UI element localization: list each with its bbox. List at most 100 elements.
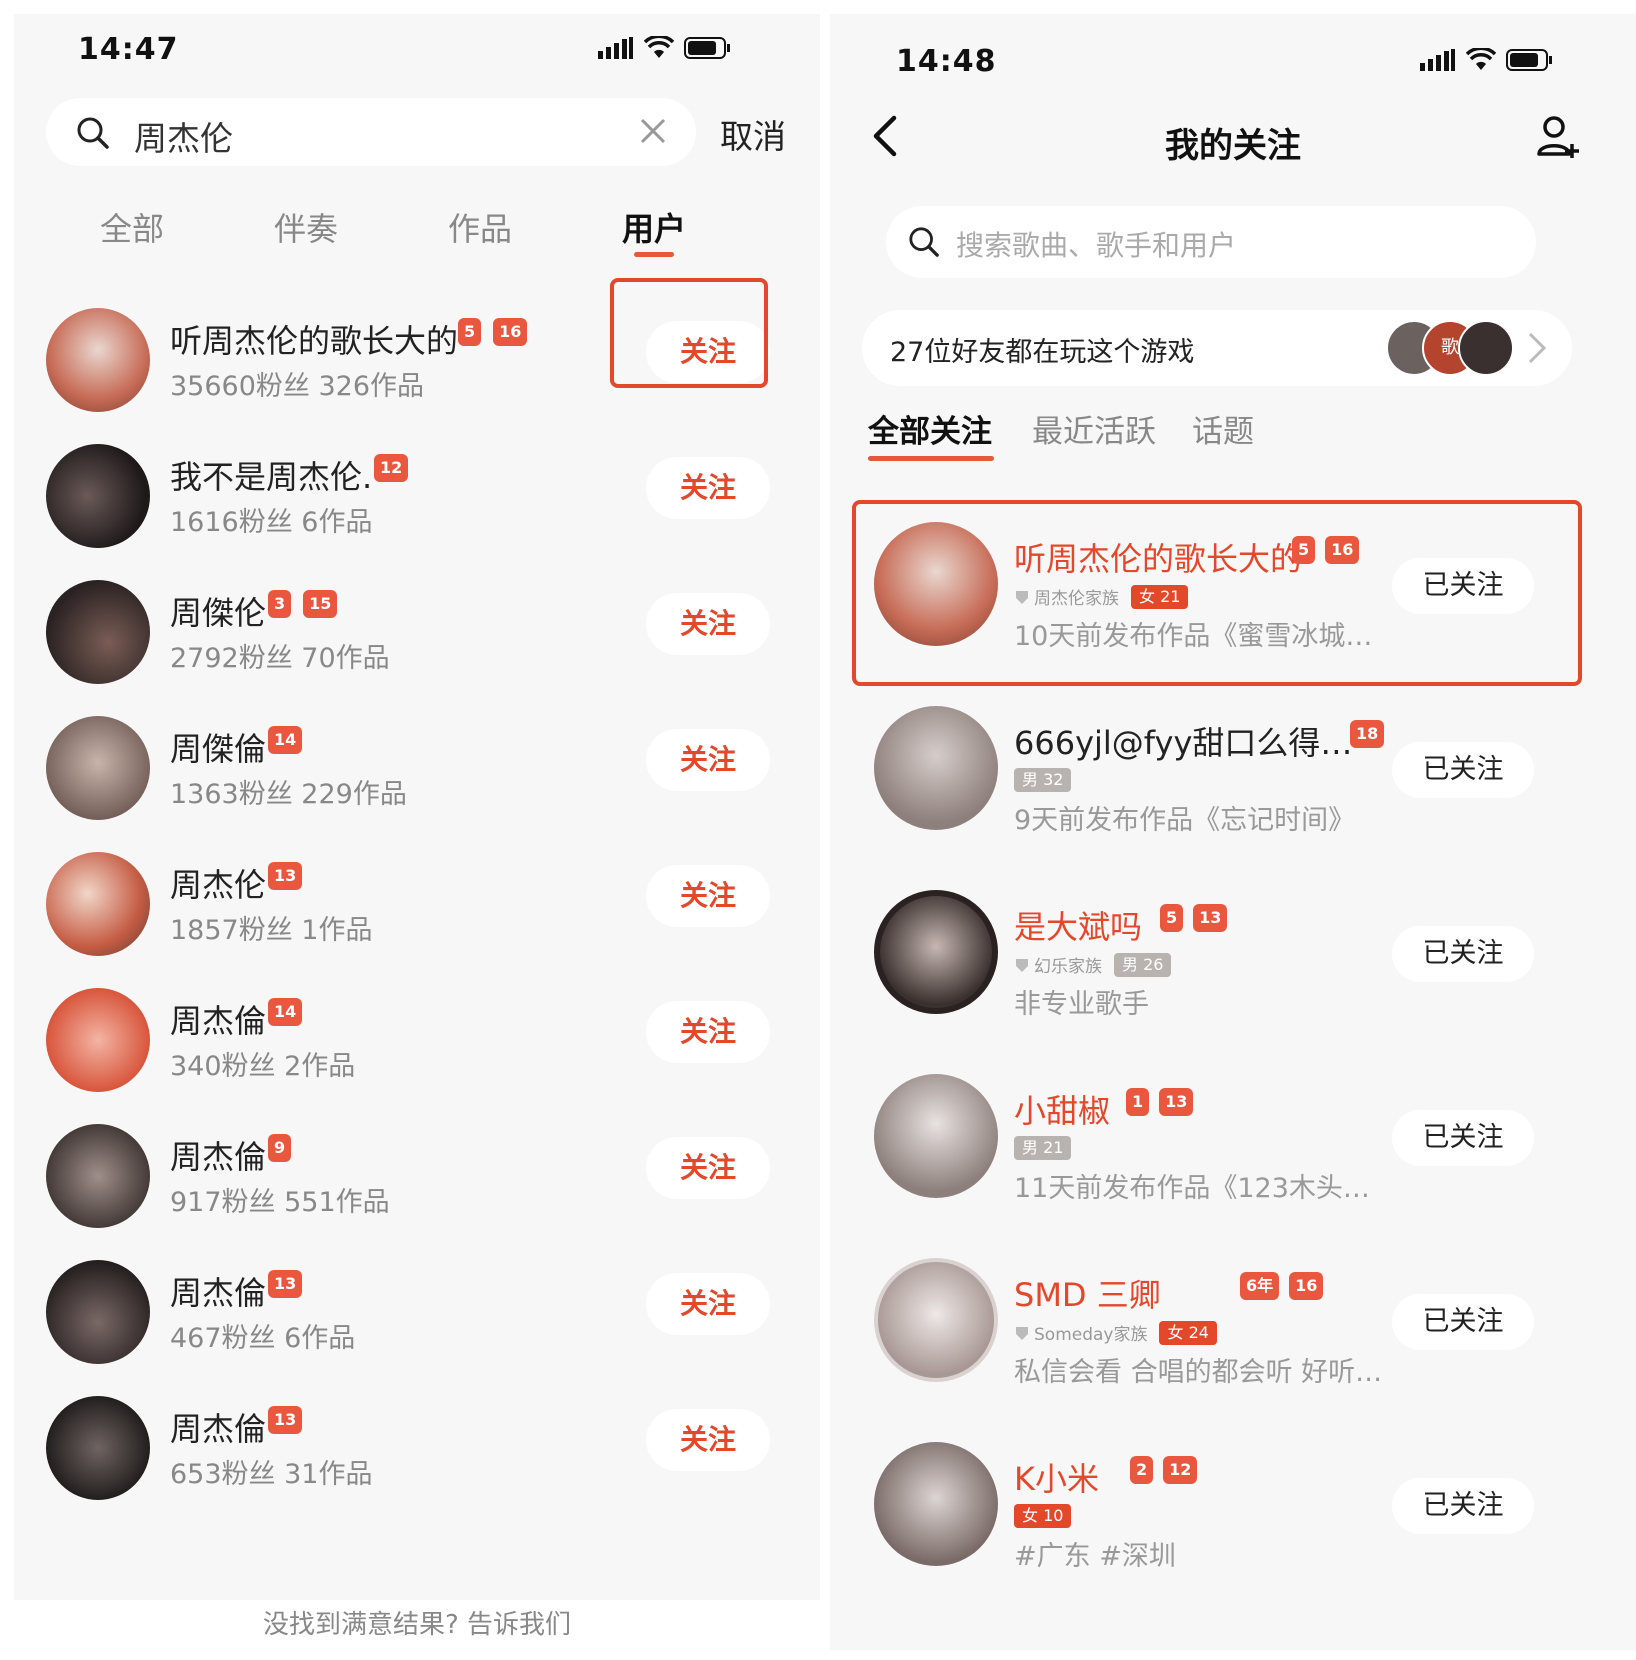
search-field[interactable]: 周杰伦 [46,98,696,166]
followed-button[interactable]: 已关注 [1392,1294,1534,1350]
cancel-button[interactable]: 取消 [720,110,786,158]
follow-button[interactable]: 关注 [646,1137,770,1199]
user-name: 周杰倫 [170,1138,267,1176]
level-badge: 18 [1350,720,1385,748]
list-item[interactable]: 是大斌吗 5 13 幻乐家族 男 26 非专业歌手 已关注 [830,862,1636,1042]
list-item[interactable]: SMD 三卿 6年 16 Someday家族 女 24 私信会看 合唱的都会听 … [830,1230,1636,1410]
user-name: 周傑伦 [170,594,267,632]
list-item[interactable]: 我不是周杰伦. 12 1616粉丝 6作品 关注 [14,424,820,567]
list-item[interactable]: 周杰倫 13 653粉丝 31作品 关注 [14,1376,820,1519]
followed-button[interactable]: 已关注 [1392,1478,1534,1534]
user-name: SMD 三卿 [1014,1276,1161,1314]
level-badge: 13 [268,862,303,890]
tab-active-indicator [868,456,994,461]
gender-age-tag: 男 26 [1114,952,1172,977]
list-item[interactable]: 周傑伦 3 15 2792粉丝 70作品 关注 [14,560,820,703]
my-follows-screen: 14:48 我的关注 搜索歌曲、歌手和用户 27位好友都在玩这个游戏 歌 全部关… [830,14,1636,1650]
friends-text: 27位好友都在玩这个游戏 [890,337,1195,368]
follow-button[interactable]: 关注 [646,1273,770,1335]
tab-all-follows[interactable]: 全部关注 [868,406,992,451]
battery-icon [684,37,730,59]
user-stats: 2792粉丝 70作品 [170,643,390,674]
user-name: 听周杰伦的歌长大的 [170,322,459,360]
list-item[interactable]: 666yjl@fyy甜口么得… 18 男 32 9天前发布作品《忘记时间》 已关… [830,678,1636,858]
followed-button[interactable]: 已关注 [1392,926,1534,982]
level-badge: 13 [268,1270,303,1298]
tab-topics[interactable]: 话题 [1192,406,1254,451]
avatar[interactable] [46,852,150,956]
user-stats: 1616粉丝 6作品 [170,507,373,538]
list-item[interactable]: 周杰倫 9 917粉丝 551作品 关注 [14,1104,820,1247]
follow-button[interactable]: 关注 [646,1409,770,1471]
level-badge: 2 [1130,1456,1154,1484]
avatar[interactable] [874,1074,998,1198]
user-stats: 917粉丝 551作品 [170,1187,390,1218]
follow-button[interactable]: 关注 [646,1001,770,1063]
wifi-icon [644,36,674,58]
family-name: 幻乐家族 [1034,957,1102,977]
followed-button[interactable]: 已关注 [1392,1110,1534,1166]
follow-tabs: 全部关注 最近活跃 话题 [830,406,1636,476]
list-item[interactable]: 小甜椒 1 13 男 21 11天前发布作品《123木头人》 已关注 [830,1046,1636,1226]
level-badge: 12 [1163,1456,1198,1484]
tab-accompaniment[interactable]: 伴奏 [274,204,338,250]
avatar[interactable] [874,1442,998,1566]
list-item[interactable]: 周杰倫 13 467粉丝 6作品 关注 [14,1240,820,1383]
list-item[interactable]: 周傑倫 14 1363粉丝 229作品 关注 [14,696,820,839]
tab-all[interactable]: 全部 [100,204,164,250]
avatar[interactable] [874,890,998,1014]
user-description: 9天前发布作品《忘记时间》 [1014,805,1356,836]
list-item[interactable]: 周杰伦 13 1857粉丝 1作品 关注 [14,832,820,975]
follow-button[interactable]: 关注 [646,593,770,655]
avatar[interactable] [46,1396,150,1500]
search-input[interactable]: 搜索歌曲、歌手和用户 [886,206,1536,278]
user-stats: 1857粉丝 1作品 [170,915,373,946]
user-description: 私信会看 合唱的都会听 好听… [1014,1357,1383,1388]
search-icon [77,117,109,149]
user-stats: 467粉丝 6作品 [170,1323,356,1354]
followed-button[interactable]: 已关注 [1392,742,1534,798]
avatar[interactable] [874,706,998,830]
friends-playing-card[interactable]: 27位好友都在玩这个游戏 歌 [862,310,1572,386]
list-item[interactable]: K小米 2 12 女 10 #广东 #深圳 已关注 [830,1414,1636,1594]
status-bar: 14:48 [830,14,1636,84]
search-icon [909,227,939,257]
user-name: 666yjl@fyy甜口么得… [1014,724,1353,762]
add-user-icon[interactable] [1536,114,1582,160]
gender-age-tag: 女 24 [1159,1320,1217,1345]
feedback-footer[interactable]: 没找到满意结果? 告诉我们 [14,1600,820,1650]
avatar[interactable] [46,988,150,1092]
follow-button[interactable]: 关注 [646,865,770,927]
list-item[interactable]: 周杰倫 14 340粉丝 2作品 关注 [14,968,820,1111]
signal-icon [598,37,633,59]
user-description: 11天前发布作品《123木头人》 [1014,1173,1394,1204]
avatar[interactable] [46,1124,150,1228]
user-stats: 340粉丝 2作品 [170,1051,356,1082]
highlight-box [610,278,768,388]
avatar[interactable] [46,580,150,684]
follow-button[interactable]: 关注 [646,729,770,791]
avatar[interactable] [874,1258,998,1382]
avatar[interactable] [46,444,150,548]
follow-button[interactable]: 关注 [646,457,770,519]
avatar[interactable] [46,716,150,820]
level-badge: 15 [303,590,338,618]
user-stats: 1363粉丝 229作品 [170,779,407,810]
gender-age-tag: 男 32 [1014,768,1072,792]
level-badge: 16 [1289,1272,1324,1300]
result-tabs: 全部 伴奏 作品 用户 [14,204,820,284]
tab-works[interactable]: 作品 [448,204,512,250]
close-icon[interactable] [638,116,668,146]
wifi-icon [1466,48,1496,70]
family-name: Someday家族 [1034,1325,1148,1345]
level-badge: 14 [268,726,303,754]
avatar[interactable] [46,1260,150,1364]
user-name: 周傑倫 [170,730,267,768]
tab-recently-active[interactable]: 最近活跃 [1032,406,1156,451]
tab-users[interactable]: 用户 [622,204,686,250]
family-label: Someday家族 [1014,1320,1147,1345]
status-time: 14:47 [78,32,179,67]
level-badge: 12 [374,454,409,482]
avatar[interactable] [46,308,150,412]
level-badge: 5 [458,318,482,346]
